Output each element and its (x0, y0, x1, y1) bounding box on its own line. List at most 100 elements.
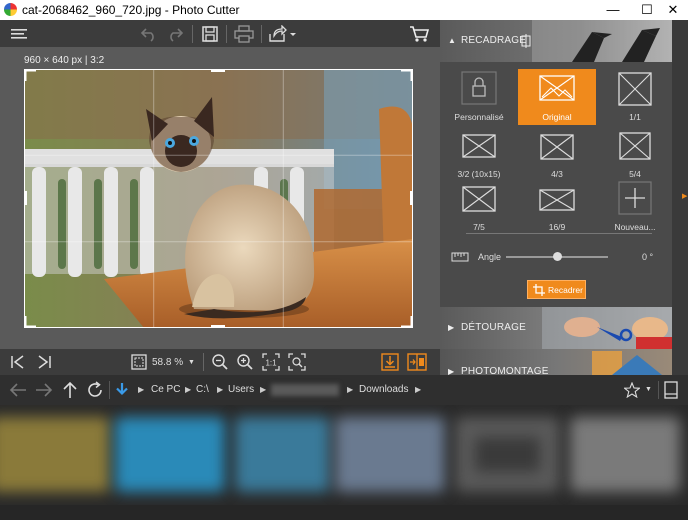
ratio-16-9[interactable]: 16/9 (518, 179, 596, 235)
ratio-new[interactable]: Nouveau... (596, 179, 674, 235)
crop-3-2-icon (462, 134, 496, 158)
breadcrumb-separator-icon: ▶ (260, 385, 267, 394)
ratio-label: 4/3 (551, 169, 563, 179)
zoom-out-icon[interactable] (211, 353, 229, 371)
window-title: cat-2068462_960_720.jpg - Photo Cutter (22, 3, 240, 17)
breadcrumb-separator-icon: ▶ (185, 385, 192, 394)
zoom-dropdown-icon[interactable]: ▼ (188, 359, 195, 366)
zoom-in-icon[interactable] (236, 353, 254, 371)
zoom-level[interactable]: 58.8 % (152, 357, 183, 368)
expand-arrow-icon: ▶ (448, 323, 455, 332)
redo-icon (170, 28, 184, 42)
up-arrow-icon[interactable] (62, 381, 78, 399)
cart-button[interactable] (407, 23, 431, 45)
breadcrumb-user-redacted[interactable] (271, 384, 339, 396)
panel-scroll-arrow-icon[interactable]: ▶ (682, 192, 687, 200)
thumbnail-scrollbar[interactable] (0, 505, 688, 520)
forward-arrow-icon[interactable] (35, 382, 53, 398)
app-icon (4, 3, 17, 16)
crop-button[interactable]: Recadrer (527, 280, 586, 299)
section-photomontage-header[interactable]: ▶ PHOTOMONTAGE (440, 349, 672, 375)
actual-size-icon[interactable]: 1:1 (262, 353, 280, 371)
thumbnail-strip[interactable] (0, 405, 688, 520)
toolbar-divider (192, 25, 193, 43)
thumbnail-item[interactable] (455, 417, 560, 492)
download-location-icon[interactable] (115, 382, 129, 398)
breadcrumb-users[interactable]: Users (228, 384, 254, 395)
crop-7-5-icon (462, 186, 496, 212)
printer-icon (234, 25, 254, 43)
export-icon[interactable] (381, 353, 399, 371)
first-image-icon[interactable] (10, 355, 26, 369)
undo-icon (140, 28, 154, 42)
panel-divider (466, 233, 652, 234)
breadcrumb-separator-icon: ▶ (415, 385, 422, 394)
thumbnail-item[interactable] (0, 417, 110, 492)
ratio-label: 1/1 (629, 112, 641, 122)
breadcrumb-separator-icon: ▶ (347, 385, 354, 394)
undo-button[interactable] (138, 23, 160, 45)
crop-4-3-icon (540, 134, 574, 160)
refresh-icon[interactable] (86, 381, 104, 399)
close-button[interactable]: ✕ (656, 0, 688, 20)
zoom-fit-icon[interactable] (131, 354, 147, 370)
breadcrumb-c-drive[interactable]: C:\ (196, 384, 209, 395)
ratio-label: Personnalisé (454, 112, 504, 122)
section-recadrage-title: RECADRAGE (461, 35, 527, 46)
right-panel: ▲ RECADRAGE Personnalisé Original 1/1 3/… (440, 20, 688, 375)
hamburger-icon (11, 29, 27, 39)
toolbar-divider (203, 353, 204, 371)
section-recadrage-header[interactable]: ▲ RECADRAGE (440, 20, 672, 62)
favorites-dropdown-icon[interactable]: ▼ (645, 386, 652, 393)
ratio-7-5[interactable]: 7/5 (440, 179, 518, 235)
collapse-arrow-icon: ▲ (448, 36, 456, 45)
image-canvas[interactable]: 960 × 640 px | 3:2 (0, 47, 440, 349)
section-photomontage-title: PHOTOMONTAGE (461, 366, 549, 375)
back-arrow-icon[interactable] (9, 382, 27, 398)
angle-slider-thumb[interactable] (552, 252, 562, 261)
share-icon (269, 25, 296, 42)
ratio-label: Nouveau... (614, 222, 656, 232)
minimize-button[interactable]: — (596, 0, 630, 20)
last-image-icon[interactable] (36, 355, 52, 369)
pathbar-divider (658, 381, 659, 399)
photomontage-image (592, 351, 662, 375)
thumbnail-item[interactable] (115, 417, 225, 492)
fit-to-window-icon[interactable] (288, 353, 306, 371)
ratio-label: 3/2 (10x15) (457, 169, 501, 179)
save-button[interactable] (199, 23, 221, 45)
ratio-custom[interactable]: Personnalisé (440, 69, 518, 125)
breadcrumb-downloads[interactable]: Downloads (359, 384, 408, 395)
hands-frame-image (532, 20, 672, 62)
star-icon[interactable] (624, 382, 640, 398)
thumbnail-item[interactable] (335, 417, 445, 492)
ratio-label: 5/4 (629, 169, 641, 179)
angle-slider[interactable] (506, 252, 608, 261)
section-detourage-title: DÉTOURAGE (461, 322, 526, 333)
image-dimensions: 960 × 640 px | 3:2 (24, 55, 105, 66)
toolbar-divider (261, 25, 262, 43)
menu-button[interactable] (8, 23, 30, 45)
redo-button[interactable] (164, 23, 186, 45)
landscape-image-icon (539, 75, 575, 101)
section-detourage-header[interactable]: ▶ DÉTOURAGE (440, 307, 672, 349)
thumbnail-item[interactable] (570, 417, 680, 492)
cat-photo-image (24, 69, 413, 328)
ratio-original[interactable]: Original (518, 69, 596, 125)
pathbar-divider (109, 381, 110, 399)
square-crop-icon (618, 72, 652, 106)
ratio-5-4[interactable]: 5/4 (596, 126, 674, 182)
ratio-3-2[interactable]: 3/2 (10x15) (440, 126, 518, 182)
lock-icon (461, 71, 497, 105)
photo-preview[interactable] (24, 69, 413, 328)
breadcrumb-this-pc[interactable]: Ce PC (151, 384, 180, 395)
side-by-side-icon[interactable] (407, 353, 427, 371)
thumbnail-item[interactable] (235, 417, 330, 492)
ratio-1-1[interactable]: 1/1 (596, 69, 674, 125)
ratio-4-3[interactable]: 4/3 (518, 126, 596, 182)
share-button[interactable] (267, 23, 297, 45)
angle-label: Angle (478, 252, 502, 262)
panel-layout-icon[interactable] (664, 381, 678, 399)
print-button[interactable] (233, 23, 255, 45)
panel-scrollbar[interactable]: ▶ (672, 20, 688, 375)
